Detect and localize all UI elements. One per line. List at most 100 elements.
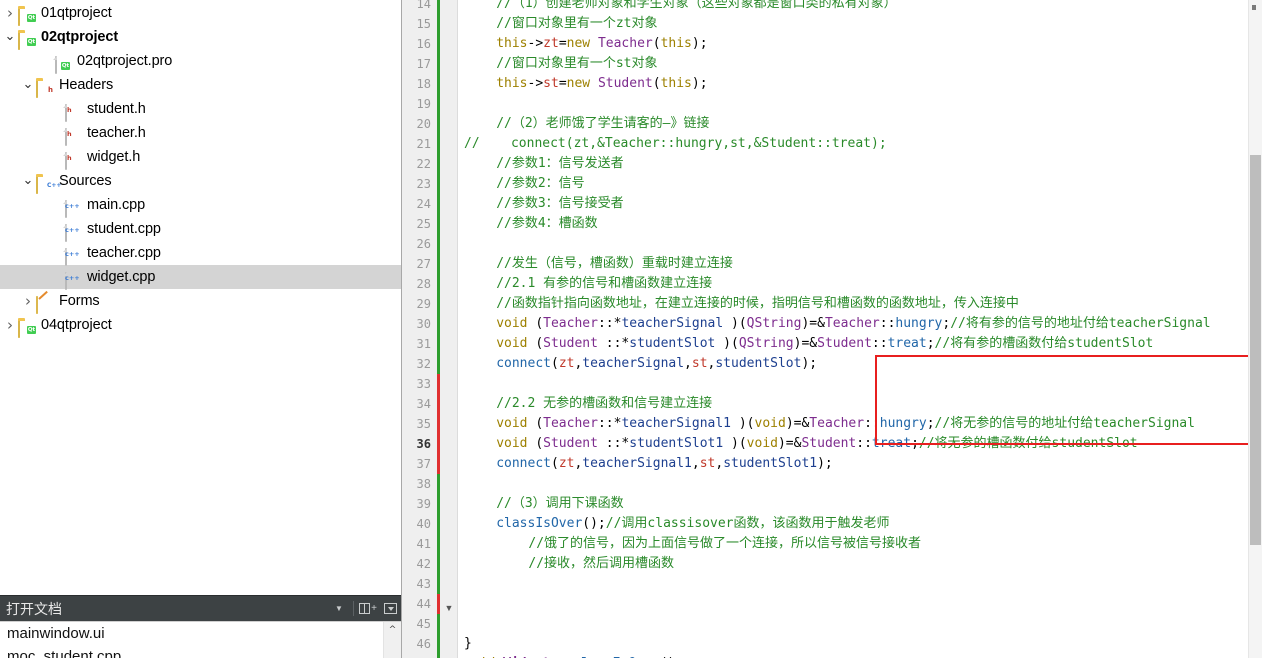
chevron-down-icon[interactable]: ⌄ [2,29,18,45]
code-token: //饿了的信号，因为上面信号做了一个连接，所以信号被信号接收者 [528,536,922,551]
code-editor[interactable]: 14 15 16 17 18 19 20 21 22 23 24 25 26 27 28 29 30 31 32 33… [402,0,1262,658]
code-line[interactable]: //参数3：信号接受者 [496,194,623,214]
line-number: 40 [416,517,431,531]
code-line[interactable]: //函数指针指向函数地址，在建立连接的时候，指明信号和槽函数的函数地址，传入连接… [496,294,1019,314]
tree-item-forms[interactable]: › Forms [0,289,401,314]
code-token: )=& [801,316,825,331]
tree-item-main-cpp[interactable]: c++ main.cpp [0,193,401,218]
code-line[interactable]: this->st=new Student(this); [496,74,707,94]
line-number: 42 [416,557,431,571]
code-line[interactable]: //窗口对象里有一个st对象 [496,54,657,74]
tree-item-label: 02qtproject [41,29,119,45]
fold-toggle-icon[interactable]: ▼ [443,602,455,614]
code-line[interactable]: void Widget ::classIsOver() [464,654,675,658]
code-token: //参数1：信号发送者 [496,156,624,171]
code-line[interactable]: void (Teacher::*teacherSignal )(QString)… [496,314,1210,334]
tree-item-widget-cpp[interactable]: c++ widget.cpp [0,265,401,290]
line-number: 35 [416,417,431,431]
code-token: void [496,416,528,431]
code-line[interactable]: void (Teacher::*teacherSignal1 )(void)=&… [496,414,1195,434]
code-line[interactable]: //2.2 无参的槽函数和信号建立连接 [496,394,712,414]
chevron-right-icon[interactable]: › [2,1,18,25]
code-line[interactable]: void (Student ::*studentSlot )(QString)=… [496,334,1153,354]
code-token: ::* [597,416,622,431]
line-number: 30 [416,317,431,331]
line-number: 36 [416,437,431,451]
chevron-down-icon[interactable]: ⌄ [20,77,36,93]
split-add-icon[interactable]: + [357,598,379,620]
tree-item-student-h[interactable]: h student.h [0,97,401,122]
minimize-panel-icon[interactable] [379,598,401,620]
editor-vertical-scrollbar[interactable] [1248,0,1262,658]
code-line[interactable]: //参数4：槽函数 [496,214,597,234]
line-number: 45 [416,617,431,631]
code-token: teacherSignal1 [621,416,732,431]
code-token: void [496,336,528,351]
tree-item-01qtproject[interactable]: › Qt 01qtproject [0,1,401,26]
line-number: 24 [416,197,431,211]
code-token: Teacher [543,316,598,331]
code-line[interactable]: //（1）创建老师对象和学生对象（这些对象都是窗口类的私有对象） [496,0,896,14]
tree-item-teacher-h[interactable]: h teacher.h [0,121,401,146]
code-line[interactable]: //（3）调用下课函数 [496,494,623,514]
open-documents-list[interactable]: mainwindow.ui moc_student.cpp ^ [0,621,401,658]
code-token: void [746,436,778,451]
tree-item-02qtproject-pro[interactable]: Qt 02qtproject.pro [0,49,401,74]
code-token: ; [926,336,935,351]
chevron-right-icon[interactable]: › [20,289,36,313]
code-token: Teacher [824,316,880,331]
scroll-up-arrow-icon[interactable]: ^ [384,622,401,639]
open-documents-panel: 打开文档 ▼ + mainwindow.ui moc_student.cpp ^ [0,595,401,658]
code-line[interactable]: void (Student ::*studentSlot1 )(void)=&S… [496,434,1137,454]
code-line[interactable]: //饿了的信号，因为上面信号做了一个连接，所以信号被信号接收者 [528,534,921,554]
code-line[interactable]: connect(zt,teacherSignal1,st,studentSlot… [496,454,833,474]
open-document-item[interactable]: mainwindow.ui [0,622,401,645]
tree-item-label: student.cpp [87,221,161,237]
code-token: //（2）老师饿了学生请客的—》链接 [496,116,710,131]
tree-item-sources[interactable]: ⌄ C++ Sources [0,169,401,194]
code-folding-bar[interactable] [440,0,458,658]
code-token: //参数2：信号 [496,176,585,191]
cpp-file-icon: c++ [64,221,81,242]
code-token: ); [801,356,818,371]
tree-item-label: widget.h [87,149,141,165]
code-line[interactable]: //发生（信号，槽函数）重载时建立连接 [496,254,733,274]
code-token: ); [817,456,833,471]
tree-item-02qtproject[interactable]: ⌄ Qt 02qtproject [0,25,401,50]
chevron-right-icon[interactable]: › [2,313,18,337]
code-token: , [684,356,692,371]
code-text-area[interactable]: //（1）创建老师对象和学生对象（这些对象都是窗口类的私有对象） //窗口对象里有… [458,0,1248,658]
tree-item-04qtproject[interactable]: › Qt 04qtproject [0,313,401,338]
tree-item-teacher-cpp[interactable]: c++ teacher.cpp [0,241,401,266]
code-line[interactable]: //（2）老师饿了学生请客的—》链接 [496,114,709,134]
code-line[interactable]: //参数2：信号 [496,174,584,194]
line-number: 16 [416,37,431,51]
code-line[interactable]: //接收，然后调用槽函数 [528,554,674,574]
code-token: //函数指针指向函数地址，在建立连接的时候，指明信号和槽函数的函数地址，传入连接… [496,296,1019,311]
dropdown-chevron-icon[interactable]: ▼ [328,598,350,620]
code-token: Student [543,436,598,451]
line-number: 26 [416,237,431,251]
tree-item-student-cpp[interactable]: c++ student.cpp [0,217,401,242]
scrollbar-thumb[interactable] [1250,155,1261,545]
open-documents-scrollbar[interactable]: ^ [383,622,401,658]
open-document-item[interactable]: moc_student.cpp [0,645,401,658]
line-number: 43 [416,577,431,591]
code-line[interactable]: connect(zt,teacherSignal,st,studentSlot)… [496,354,817,374]
code-line[interactable]: //参数1：信号发送者 [496,154,623,174]
code-line[interactable]: this->zt=new Teacher(this); [496,34,707,54]
tree-item-widget-h[interactable]: h widget.h [0,145,401,170]
code-line[interactable]: } [464,634,472,654]
code-line[interactable]: classIsOver();//调用classisover函数，该函数用于触发老… [496,514,889,534]
line-number: 19 [416,97,431,111]
line-number: 41 [416,537,431,551]
tree-item-headers[interactable]: ⌄ h Headers [0,73,401,98]
code-line[interactable]: // connect(zt,&Teacher::hungry,st,&Stude… [464,134,887,154]
code-token: zt [558,356,575,371]
chevron-down-icon[interactable]: ⌄ [20,173,36,189]
tree-item-label: teacher.h [87,125,146,141]
project-tree[interactable]: › Qt 01qtproject ⌄ Qt 02qtproject Qt 02qtproje… [0,0,401,595]
code-line[interactable]: //窗口对象里有一个zt对象 [496,14,657,34]
code-line[interactable]: //2.1 有参的信号和槽函数建立连接 [496,274,712,294]
